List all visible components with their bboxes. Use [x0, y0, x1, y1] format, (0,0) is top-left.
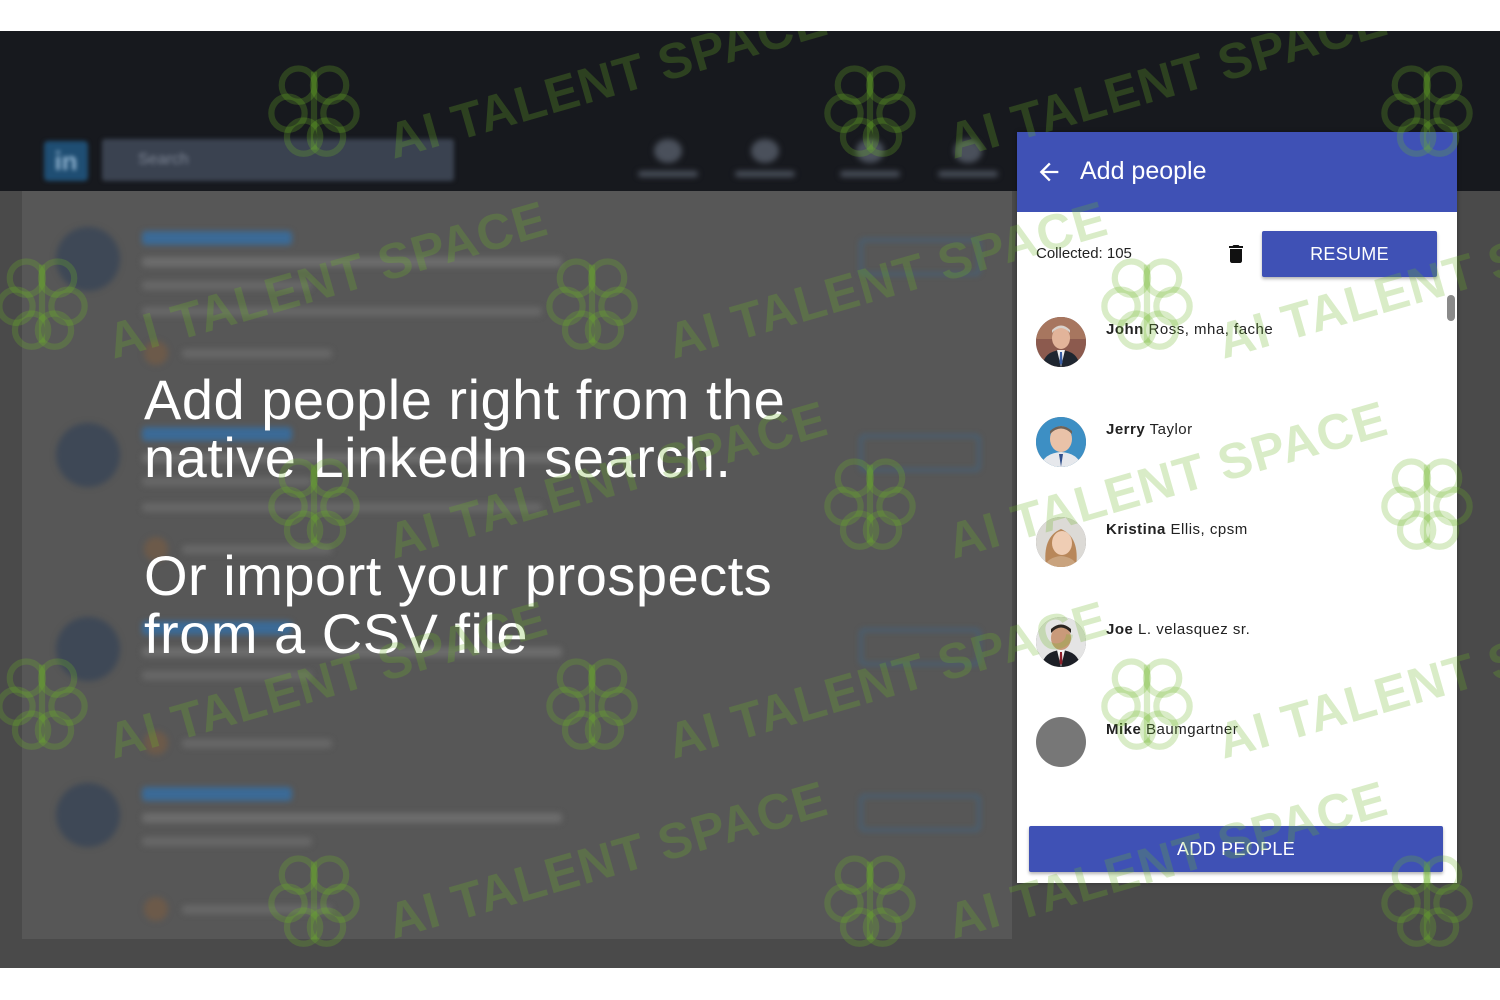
- nav-messaging-icon[interactable]: [938, 139, 998, 187]
- person-name: Jerry Taylor: [1106, 421, 1193, 438]
- person-item[interactable]: Kristina Ellis, cpsm: [1017, 495, 1442, 595]
- nav-jobs-icon[interactable]: [840, 139, 900, 187]
- linkedin-logo: in: [44, 141, 88, 181]
- person-item[interactable]: Jerry Taylor: [1017, 395, 1442, 495]
- collected-count: Collected: 105: [1036, 245, 1132, 262]
- avatar: [1036, 417, 1086, 467]
- search-result-row: [22, 747, 1012, 937]
- promo-line: native LinkedIn search.: [144, 426, 732, 489]
- person-rest-name: Ross, mha, fache: [1148, 321, 1274, 338]
- person-item[interactable]: Joe L. velasquez sr.: [1017, 595, 1442, 695]
- promo-headline: Add people right from the native LinkedI…: [144, 371, 924, 487]
- nav-home-icon[interactable]: [638, 139, 698, 187]
- person-name: Joe L. velasquez sr.: [1106, 621, 1250, 638]
- person-first-name: Kristina: [1106, 521, 1166, 538]
- panel-title: Add people: [1080, 157, 1207, 185]
- add-people-button[interactable]: ADD PEOPLE: [1029, 826, 1443, 872]
- screenshot-frame: in Search Add people right from the nati…: [0, 31, 1500, 968]
- person-item[interactable]: Mike Baumgartner: [1017, 695, 1442, 795]
- resume-button[interactable]: RESUME: [1262, 231, 1437, 277]
- scrollbar[interactable]: [1447, 295, 1455, 815]
- add-people-panel: Add people Collected: 105 RESUME John Ro…: [1017, 132, 1457, 883]
- person-rest-name: Baumgartner: [1146, 721, 1239, 738]
- avatar: [1036, 617, 1086, 667]
- person-rest-name: Ellis, cpsm: [1170, 521, 1248, 538]
- promo-line: Add people right from the: [144, 368, 786, 431]
- people-list[interactable]: John Ross, mha, fache Jerry Taylor Krist…: [1017, 295, 1442, 815]
- person-rest-name: Taylor: [1149, 421, 1193, 438]
- scrollbar-thumb[interactable]: [1447, 295, 1455, 321]
- avatar: [1036, 317, 1086, 367]
- trash-icon[interactable]: [1224, 241, 1248, 267]
- avatar: [1036, 517, 1086, 567]
- person-first-name: John: [1106, 321, 1144, 338]
- person-first-name: Jerry: [1106, 421, 1146, 438]
- person-name: Mike Baumgartner: [1106, 721, 1238, 738]
- promo-line: from a CSV file: [144, 602, 529, 665]
- person-name: John Ross, mha, fache: [1106, 321, 1273, 338]
- person-first-name: Mike: [1106, 721, 1142, 738]
- panel-header: Add people: [1017, 132, 1457, 212]
- promo-subheadline: Or import your prospects from a CSV file: [144, 547, 924, 663]
- search-result-row: [22, 191, 1012, 381]
- person-item[interactable]: John Ross, mha, fache: [1017, 295, 1442, 395]
- person-name: Kristina Ellis, cpsm: [1106, 521, 1248, 538]
- nav-network-icon[interactable]: [735, 139, 795, 187]
- arrow-left-icon[interactable]: [1035, 158, 1063, 186]
- person-rest-name: L. velasquez sr.: [1138, 621, 1251, 638]
- person-first-name: Joe: [1106, 621, 1134, 638]
- promo-line: Or import your prospects: [144, 544, 773, 607]
- avatar: [1036, 717, 1086, 767]
- linkedin-search-input[interactable]: Search: [102, 139, 454, 181]
